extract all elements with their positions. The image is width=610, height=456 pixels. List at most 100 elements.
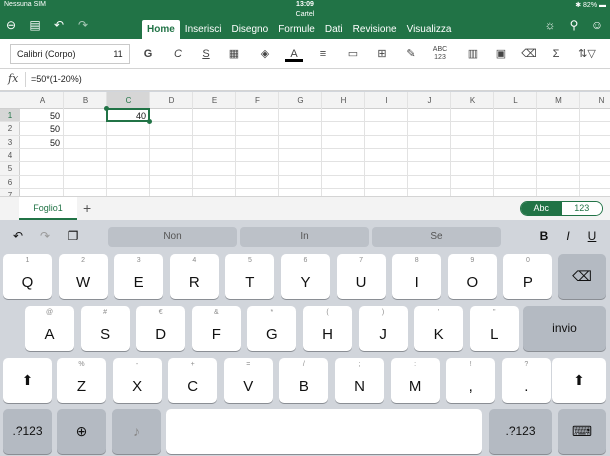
column-header-g[interactable]: G bbox=[279, 92, 322, 109]
column-header-k[interactable]: K bbox=[451, 92, 494, 109]
key-l[interactable]: " L bbox=[469, 306, 519, 351]
wrap-text-icon[interactable]: ▭ bbox=[344, 46, 362, 62]
key-i[interactable]: 8I bbox=[392, 254, 442, 299]
key-f[interactable]: & F bbox=[191, 306, 241, 351]
key-comma[interactable]: !, bbox=[446, 358, 496, 403]
eraser-icon[interactable]: ⌫ bbox=[520, 46, 538, 62]
keyboard-italic-button[interactable]: I bbox=[560, 226, 576, 246]
column-header-e[interactable]: E bbox=[193, 92, 236, 109]
tab-dati[interactable]: Dati bbox=[320, 20, 348, 39]
column-header-b[interactable]: B bbox=[64, 92, 107, 109]
dictation-key[interactable]: ♪ bbox=[112, 409, 161, 454]
column-header-l[interactable]: L bbox=[494, 92, 537, 109]
abc-mode-button[interactable]: Abc bbox=[521, 202, 562, 215]
key-v[interactable]: = V bbox=[223, 358, 273, 403]
key-q[interactable]: 1Q bbox=[3, 254, 52, 299]
globe-key[interactable]: ⊕ bbox=[57, 409, 106, 454]
conditional-format-icon[interactable]: ▣ bbox=[492, 46, 510, 62]
column-header-n[interactable]: N bbox=[580, 92, 610, 109]
shift-key-left[interactable]: ⬆ bbox=[3, 358, 52, 403]
cell-a1[interactable]: 50 bbox=[21, 111, 60, 121]
key-m[interactable]: :M bbox=[390, 358, 440, 403]
borders-icon[interactable]: ▦ bbox=[226, 46, 242, 62]
number-format-button[interactable]: ABC 123 bbox=[430, 46, 450, 62]
cell-a3[interactable]: 50 bbox=[21, 138, 60, 148]
suggestion-3[interactable]: Se bbox=[372, 227, 501, 247]
key-k[interactable]: ' K bbox=[414, 306, 464, 351]
key-period[interactable]: ?. bbox=[501, 358, 551, 403]
back-icon[interactable]: ⊖ bbox=[3, 17, 19, 33]
undo-icon[interactable]: ↶ bbox=[51, 17, 67, 33]
clipboard-icon[interactable]: ❐ bbox=[64, 226, 82, 246]
column-header-i[interactable]: I bbox=[365, 92, 408, 109]
row-header-6[interactable]: 6 bbox=[0, 176, 20, 189]
backspace-key[interactable]: ⌫ bbox=[558, 254, 606, 299]
bold-button[interactable]: G bbox=[140, 46, 156, 62]
column-header-f[interactable]: F bbox=[236, 92, 279, 109]
key-s[interactable]: # S bbox=[80, 306, 130, 351]
sheet-tab[interactable]: Foglio1 bbox=[19, 197, 77, 220]
selection-handle-end[interactable] bbox=[147, 119, 152, 125]
fill-color-icon[interactable]: ◈ bbox=[256, 46, 274, 62]
redo-icon[interactable]: ↷ bbox=[75, 17, 91, 33]
key-x[interactable]: -X bbox=[112, 358, 162, 403]
numbers-key-left[interactable]: .?123 bbox=[3, 409, 52, 454]
search-icon[interactable]: ⚲ bbox=[566, 17, 582, 33]
add-sheet-button[interactable]: + bbox=[83, 200, 91, 216]
key-w[interactable]: 2W bbox=[58, 254, 108, 299]
shift-key-right[interactable]: ⬆ bbox=[552, 358, 606, 403]
cell-a2[interactable]: 50 bbox=[21, 124, 60, 134]
key-t[interactable]: 5T bbox=[225, 254, 275, 299]
row-header-7[interactable]: 7 bbox=[0, 189, 20, 196]
column-header-d[interactable]: D bbox=[150, 92, 193, 109]
space-key[interactable] bbox=[166, 409, 482, 454]
row-header-4[interactable]: 4 bbox=[0, 149, 20, 162]
tab-formule[interactable]: Formule bbox=[273, 20, 320, 39]
column-header-j[interactable]: J bbox=[408, 92, 451, 109]
column-header-h[interactable]: H bbox=[322, 92, 365, 109]
key-u[interactable]: 7U bbox=[336, 254, 386, 299]
suggestion-2[interactable]: In bbox=[240, 227, 369, 247]
key-j[interactable]: ) J bbox=[358, 306, 408, 351]
key-e[interactable]: 3E bbox=[114, 254, 164, 299]
spreadsheet-grid[interactable]: ABCDEFGHIJKLMN 1234567 50 50 50 40 bbox=[0, 92, 610, 196]
key-h[interactable]: (H bbox=[303, 306, 352, 351]
tab-inserisci[interactable]: Inserisci bbox=[180, 20, 227, 39]
key-b[interactable]: / B bbox=[279, 358, 329, 403]
key-p[interactable]: 0P bbox=[503, 254, 553, 299]
key-n[interactable]: ; N bbox=[335, 358, 384, 403]
keyboard-underline-button[interactable]: U bbox=[584, 226, 600, 246]
underline-button[interactable]: S bbox=[198, 46, 214, 62]
tab-visualizza[interactable]: Visualizza bbox=[402, 20, 457, 39]
key-c[interactable]: + C bbox=[168, 358, 218, 403]
tab-revisione[interactable]: Revisione bbox=[348, 20, 402, 39]
formula-input[interactable]: =50*(1-20%) bbox=[31, 74, 82, 84]
key-z[interactable]: % Z bbox=[57, 358, 106, 403]
column-header-c[interactable]: C bbox=[107, 92, 150, 109]
keyboard-undo-icon[interactable]: ↶ bbox=[9, 226, 27, 246]
sort-filter-icon[interactable]: ⇅▽ bbox=[572, 46, 602, 62]
autosum-button[interactable]: Σ bbox=[548, 46, 564, 62]
numbers-key-right[interactable]: .?123 bbox=[489, 409, 552, 454]
key-d[interactable]: € D bbox=[136, 306, 186, 351]
function-button[interactable]: fx bbox=[8, 72, 18, 85]
keyboard-bold-button[interactable]: B bbox=[536, 226, 552, 246]
font-size-field[interactable]: 11 bbox=[106, 44, 130, 64]
suggestion-1[interactable]: Non bbox=[108, 227, 237, 247]
key-y[interactable]: 6Y bbox=[281, 254, 330, 299]
key-o[interactable]: 9O bbox=[447, 254, 497, 299]
selection-handle-start[interactable] bbox=[104, 106, 109, 111]
keyboard-redo-icon[interactable]: ↷ bbox=[36, 226, 54, 246]
row-header-3[interactable]: 3 bbox=[0, 136, 20, 149]
font-color-button[interactable]: A bbox=[285, 46, 303, 62]
numeric-mode-button[interactable]: 123 bbox=[561, 202, 602, 215]
align-icon[interactable]: ≡ bbox=[314, 46, 332, 62]
key-a[interactable]: @ A bbox=[25, 306, 74, 351]
table-icon[interactable]: ▥ bbox=[464, 46, 482, 62]
key-r[interactable]: 4R bbox=[169, 254, 219, 299]
italic-button[interactable]: C bbox=[170, 46, 186, 62]
tab-disegno[interactable]: Disegno bbox=[226, 20, 273, 39]
cell-style-icon[interactable]: ✎ bbox=[402, 46, 420, 62]
key-g[interactable]: * G bbox=[247, 306, 297, 351]
row-header-2[interactable]: 2 bbox=[0, 122, 20, 135]
